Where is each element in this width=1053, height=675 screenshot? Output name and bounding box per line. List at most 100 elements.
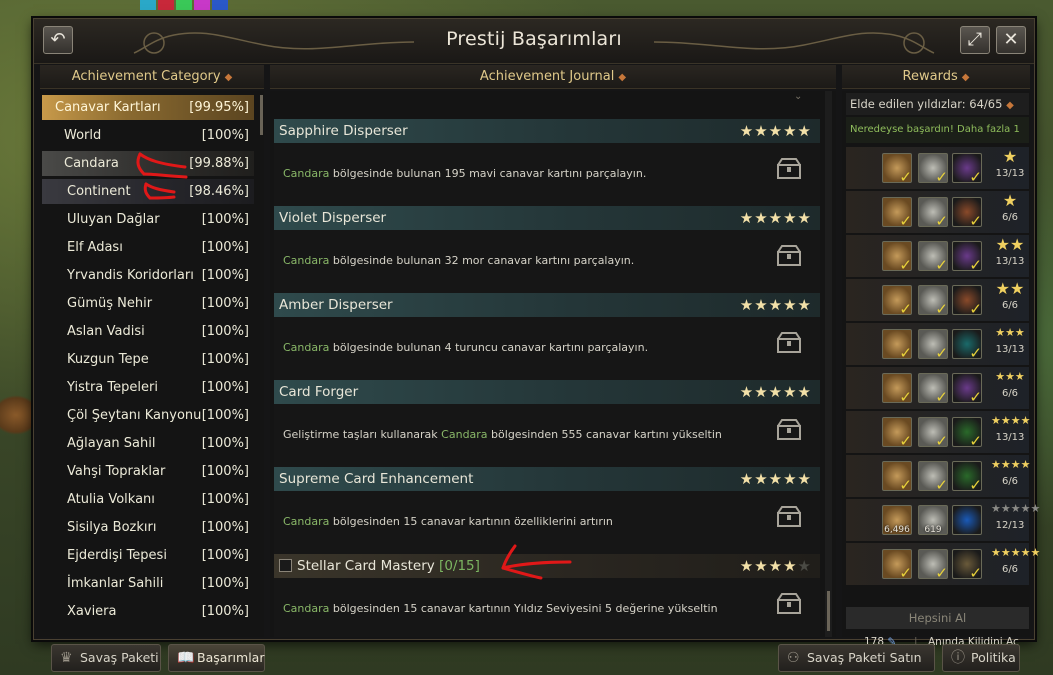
reward-item-icon[interactable]: 6,496	[882, 505, 912, 535]
check-icon: ✓	[899, 476, 912, 494]
reward-tier-row[interactable]: ✓ ✓ ✓ ★★★★ 13/13	[846, 411, 1030, 453]
category-item[interactable]: Yistra Tepeleri [100%]	[42, 375, 254, 400]
category-item[interactable]: Ejderdişi Tepesi [100%]	[42, 543, 254, 568]
policy-button[interactable]: ⓘ Politika	[942, 644, 1020, 672]
achievement-header: Amber Disperser ★★★★★	[274, 293, 820, 317]
check-icon: ✓	[969, 344, 982, 362]
reward-item-icon[interactable]: ✓	[918, 153, 948, 186]
reward-chest-icon[interactable]	[776, 505, 802, 529]
chevron-down-icon[interactable]: ⌄	[794, 91, 802, 102]
reward-item-icon[interactable]: ✓	[882, 373, 912, 406]
category-item-canavar-kartlari[interactable]: Canavar Kartları [99.95%]	[42, 95, 254, 120]
reward-item-icon[interactable]: ✓	[952, 549, 982, 582]
category-item-candara[interactable]: Candara [99.88%]	[42, 151, 254, 176]
category-item[interactable]: Ağlayan Sahil [100%]	[42, 431, 254, 456]
reward-item-icon[interactable]: ✓	[882, 197, 912, 230]
reward-item-icon[interactable]: ✓	[882, 241, 912, 274]
gem-icon: ◆	[961, 72, 970, 83]
reward-tier-row[interactable]: ✓ ✓ ✓ ★ 13/13	[846, 147, 1029, 189]
achievement-progress: [0/15]	[439, 558, 480, 574]
reward-item-icon[interactable]: ✓	[882, 417, 912, 450]
reward-item-icon[interactable]: 619	[918, 505, 948, 535]
category-item[interactable]: İmkanlar Sahili [100%]	[42, 571, 254, 596]
star-icon: ★	[1002, 191, 1018, 210]
category-item[interactable]: Atulia Volkanı [100%]	[42, 487, 254, 512]
check-icon: ✓	[899, 300, 912, 318]
reward-item-icon[interactable]: ✓	[918, 329, 948, 362]
claim-all-button[interactable]: Hepsini Al	[846, 607, 1029, 629]
reward-item-icon[interactable]: ✓	[918, 197, 948, 230]
reward-item-icon[interactable]: ✓	[952, 329, 982, 362]
reward-item-icon[interactable]: ✓	[952, 285, 982, 318]
check-icon: ✓	[969, 256, 982, 274]
category-item[interactable]: Aslan Vadisi [100%]	[42, 319, 254, 344]
reward-tier-row[interactable]: ✓ ✓ ✓ ★★★ 13/13	[846, 323, 1029, 365]
category-label: Sisilya Bozkırı	[67, 520, 157, 535]
buy-battle-pack-button[interactable]: ⚇ Savaş Paketi Satın Al	[778, 644, 935, 672]
reward-item-icon[interactable]: ✓	[882, 461, 912, 494]
reward-item-icon[interactable]: ✓	[918, 417, 948, 450]
reward-item-icon[interactable]	[952, 505, 982, 535]
reward-item-icon[interactable]: ✓	[952, 373, 982, 406]
achievement-card[interactable]: Card Forger ★★★★★ Geliştirme taşları kul…	[274, 380, 820, 467]
reward-item-icon[interactable]: ✓	[882, 549, 912, 582]
reward-item-icon[interactable]: ✓	[918, 373, 948, 406]
tab-battle-pack[interactable]: ♛ Savaş Paketi	[51, 644, 161, 672]
category-item[interactable]: Xaviera [100%]	[42, 599, 254, 624]
reward-tier-row[interactable]: ✓ ✓ ✓ ★★★★ 6/6	[846, 455, 1030, 497]
check-icon: ✓	[899, 168, 912, 186]
achievement-card[interactable]: Amber Disperser ★★★★★ Candara bölgesinde…	[274, 293, 820, 380]
achievement-card[interactable]: Supreme Card Enhancement ★★★★★ Candara b…	[274, 467, 820, 554]
reward-item-icon[interactable]: ✓	[918, 549, 948, 582]
reward-chest-icon[interactable]	[776, 592, 802, 616]
reward-item-icon[interactable]: ✓	[882, 153, 912, 186]
category-item[interactable]: Kuzgun Tepe [100%]	[42, 347, 254, 372]
achievement-description: Candara bölgesinden 15 canavar kartının …	[283, 515, 613, 528]
achievement-card[interactable]: Sapphire Disperser ★★★★★ Candara bölgesi…	[274, 119, 820, 206]
achievement-description: Geliştirme taşları kullanarak Candara bö…	[283, 428, 722, 441]
reward-item-icon[interactable]: ✓	[952, 241, 982, 274]
reward-item-icon[interactable]: ✓	[918, 461, 948, 494]
category-item[interactable]: Gümüş Nehir [100%]	[42, 291, 254, 316]
expand-button[interactable]: ⤢	[960, 26, 990, 54]
reward-item-icon[interactable]: ✓	[882, 285, 912, 318]
reward-item-icon[interactable]: ✓	[918, 285, 948, 318]
category-item[interactable]: Elf Adası [100%]	[42, 235, 254, 260]
category-item[interactable]: Vahşi Topraklar [100%]	[42, 459, 254, 484]
reward-item-icon[interactable]: ✓	[952, 197, 982, 230]
category-item[interactable]: Yrvandis Koridorları [100%]	[42, 263, 254, 288]
achievement-card[interactable]: Violet Disperser ★★★★★ Candara bölgesind…	[274, 206, 820, 293]
category-item[interactable]: Uluyan Dağlar [100%]	[42, 207, 254, 232]
reward-item-icon[interactable]: ✓	[882, 329, 912, 362]
reward-item-icon[interactable]: ✓	[952, 153, 982, 186]
achievement-body: Candara bölgesinden 15 canavar kartının …	[274, 491, 820, 554]
category-item-world[interactable]: World [100%]	[42, 123, 254, 148]
reward-item-icon[interactable]: ✓	[952, 417, 982, 450]
reward-tier-row[interactable]: ✓ ✓ ✓ ★ 6/6	[846, 191, 1029, 233]
category-item[interactable]: Sisilya Bozkırı [100%]	[42, 515, 254, 540]
reward-chest-icon[interactable]	[776, 331, 802, 355]
achievement-card-incomplete[interactable]: Stellar Card Mastery [0/15] ★★★★★ Candar…	[274, 554, 820, 637]
track-checkbox[interactable]	[279, 559, 292, 572]
reward-chest-icon[interactable]	[776, 418, 802, 442]
scrollbar-thumb[interactable]	[827, 591, 830, 631]
close-button[interactable]: ✕	[996, 26, 1026, 54]
category-item[interactable]: Çöl Şeytanı Kanyonu [100%]	[42, 403, 254, 428]
reward-tier-row[interactable]: ✓ ✓ ✓ ★★ 13/13	[846, 235, 1029, 277]
check-icon: ✓	[935, 476, 948, 494]
reward-tier-row[interactable]: ✓ ✓ ✓ ★★★ 6/6	[846, 367, 1029, 409]
category-scrollbar[interactable]	[260, 95, 263, 135]
category-item-continent[interactable]: Continent [98.46%]	[42, 179, 254, 204]
tier-count: 6/6	[1001, 564, 1019, 575]
reward-tier-row[interactable]: 6,496 619 ★★★★★ 12/13	[846, 499, 1040, 541]
check-icon: ✓	[935, 432, 948, 450]
reward-item-icon[interactable]: ✓	[952, 461, 982, 494]
reward-item-icon[interactable]: ✓	[918, 241, 948, 274]
tab-achievements[interactable]: 📖 Başarımlar	[168, 644, 265, 672]
reward-tier-row[interactable]: ✓ ✓ ✓ ★★ 6/6	[846, 279, 1029, 321]
journal-header: Achievement Journal ◆	[270, 65, 836, 89]
reward-chest-icon[interactable]	[776, 157, 802, 181]
journal-scrollbar[interactable]	[825, 91, 832, 637]
reward-chest-icon[interactable]	[776, 244, 802, 268]
reward-tier-row[interactable]: ✓ ✓ ✓ ★★★★★ 6/6	[846, 543, 1040, 585]
